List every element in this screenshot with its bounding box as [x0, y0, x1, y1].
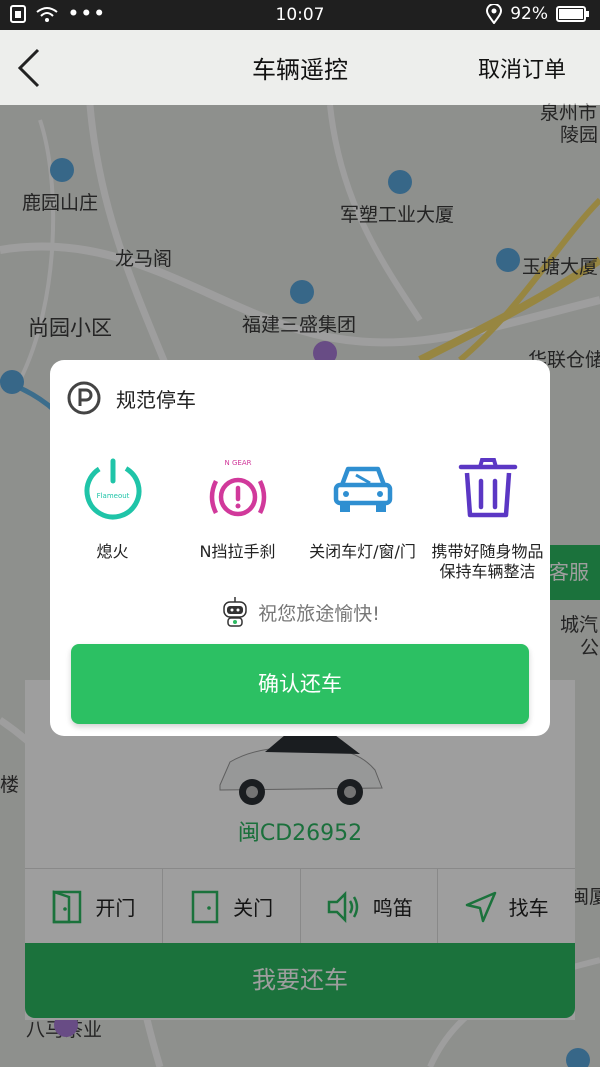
parking-steps: Flameout 熄火 N GEAR N挡拉手刹 关闭车灯/窗/门 携带好随身物… — [50, 455, 550, 582]
parking-icon — [67, 381, 101, 415]
status-bar: ••• 10:07 92% — [0, 0, 600, 30]
handbrake-icon: N GEAR — [209, 459, 266, 517]
dialog-title: 规范停车 — [116, 387, 196, 412]
battery-percent: 92% — [510, 4, 548, 24]
wish-message: 祝您旅途愉快! — [50, 596, 550, 628]
icon-caption: Flameout — [96, 492, 129, 500]
step-flameout: Flameout 熄火 — [50, 455, 175, 582]
step-label: 携带好随身物品 保持车辆整洁 — [425, 542, 550, 582]
robot-mascot-icon — [223, 597, 247, 627]
step-label: 熄火 — [96, 542, 129, 561]
car-icon — [333, 466, 392, 512]
location-icon — [486, 4, 503, 24]
dialog-header: 规范停车 — [66, 380, 196, 416]
step-belongings: 携带好随身物品 保持车辆整洁 — [425, 455, 550, 582]
battery-icon — [556, 6, 589, 22]
step-label-line: 携带好随身物品 — [431, 542, 544, 561]
step-close-car: 关闭车灯/窗/门 — [300, 455, 425, 582]
icon-caption: N GEAR — [224, 459, 251, 467]
wish-text: 祝您旅途愉快! — [258, 602, 380, 625]
power-icon: Flameout — [84, 458, 141, 520]
nav-bar: 车辆遥控 取消订单 — [0, 30, 600, 105]
step-label: 关闭车灯/窗/门 — [309, 542, 416, 561]
parking-rules-dialog: 规范停车 Flameout 熄火 N GEAR N挡拉手刹 关闭车灯/窗/门 携… — [50, 360, 550, 736]
cancel-order-button[interactable]: 取消订单 — [478, 52, 566, 84]
confirm-return-button[interactable]: 确认还车 — [71, 644, 529, 724]
trash-icon — [458, 458, 517, 518]
step-label: N挡拉手刹 — [199, 542, 276, 561]
step-label-line: 保持车辆整洁 — [439, 562, 536, 581]
step-handbrake: N GEAR N挡拉手刹 — [175, 455, 300, 582]
